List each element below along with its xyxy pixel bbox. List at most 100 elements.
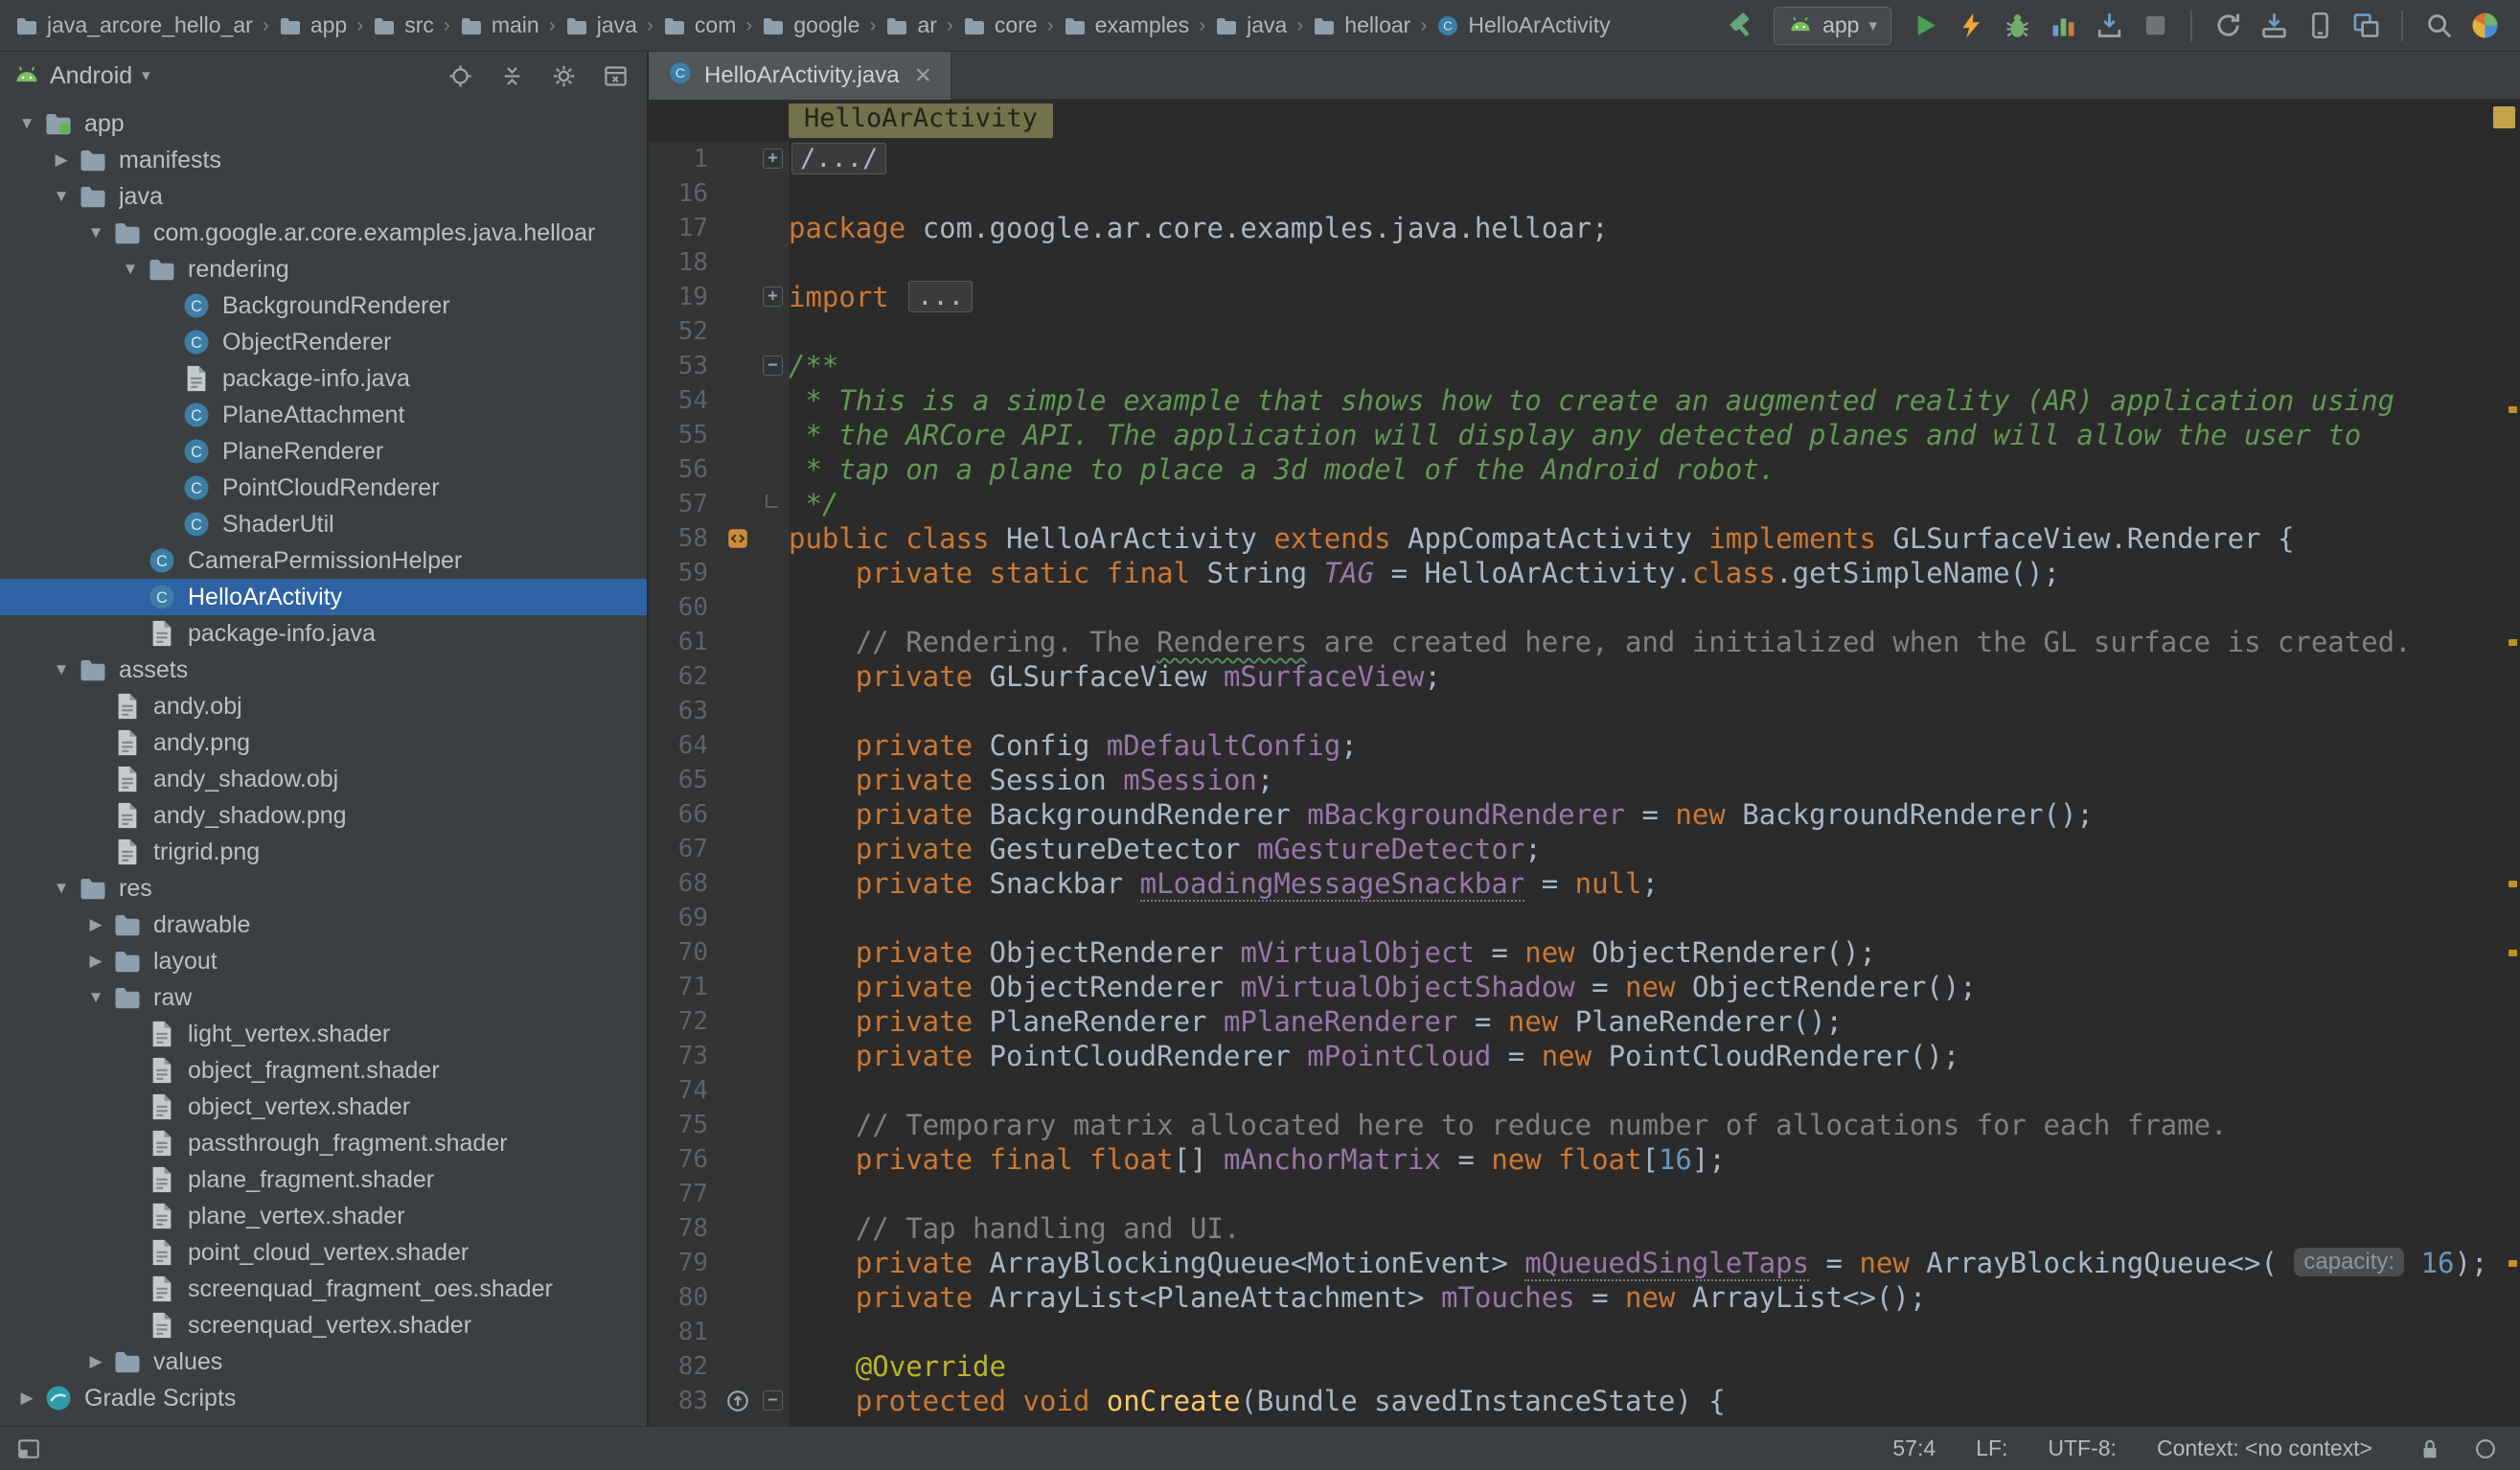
tree-item-point-cloud-vertex-shader[interactable]: point_cloud_vertex.shader <box>0 1234 647 1271</box>
code-line-59[interactable]: 59 private static final String TAG = Hel… <box>649 556 2520 590</box>
tree-item-gradle-scripts[interactable]: ▶Gradle Scripts <box>0 1380 647 1416</box>
expand-arrow-icon[interactable]: ▼ <box>44 879 79 898</box>
line-number[interactable]: 73 <box>649 1039 708 1073</box>
tree-item-andy-shadow-obj[interactable]: andy_shadow.obj <box>0 761 647 797</box>
breadcrumb-item-ar[interactable]: ar <box>885 12 936 38</box>
code-line-53[interactable]: 53−/** <box>649 349 2520 383</box>
tree-item-res[interactable]: ▼res <box>0 870 647 907</box>
code-line-55[interactable]: 55 * the ARCore API. The application wil… <box>649 418 2520 452</box>
fold-toggle-icon[interactable]: − <box>763 1390 783 1411</box>
tree-item-objectrenderer[interactable]: CObjectRenderer <box>0 324 647 360</box>
tree-item-drawable[interactable]: ▶drawable <box>0 907 647 943</box>
line-number[interactable]: 54 <box>649 383 708 418</box>
warning-stripe-mark[interactable] <box>2509 950 2517 956</box>
tree-item-rendering[interactable]: ▼rendering <box>0 251 647 287</box>
layout-inspector-button[interactable] <box>2346 6 2386 46</box>
line-number[interactable]: 18 <box>649 245 708 280</box>
line-separator-indicator[interactable]: LF: <box>1976 1436 2007 1461</box>
line-number[interactable]: 77 <box>649 1177 708 1211</box>
tree-item-java[interactable]: ▼java <box>0 178 647 215</box>
hide-panel-button[interactable] <box>599 59 631 92</box>
tree-item-andy-obj[interactable]: andy.obj <box>0 688 647 724</box>
breadcrumb-item-com[interactable]: com <box>663 12 736 38</box>
sync-project-button[interactable] <box>2208 6 2248 46</box>
code-line-1[interactable]: 1 + /.../ <box>649 142 2520 176</box>
file-encoding-indicator[interactable]: UTF-8: <box>2048 1436 2117 1461</box>
stop-button[interactable] <box>2135 6 2175 46</box>
code-line-54[interactable]: 54 * This is a simple example that shows… <box>649 383 2520 418</box>
fold-toggle-icon[interactable]: + <box>763 149 783 169</box>
search-everywhere-button[interactable] <box>2418 6 2459 46</box>
apply-changes-button[interactable] <box>1951 6 1991 46</box>
expand-arrow-icon[interactable]: ▼ <box>10 114 44 133</box>
tree-item-package-info-java[interactable]: package-info.java <box>0 615 647 652</box>
tree-item-values[interactable]: ▶values <box>0 1344 647 1380</box>
device-manager-button[interactable] <box>2300 6 2340 46</box>
code-line-70[interactable]: 70 private ObjectRenderer mVirtualObject… <box>649 935 2520 970</box>
line-number[interactable]: 71 <box>649 970 708 1004</box>
tree-item-trigrid-png[interactable]: trigrid.png <box>0 834 647 870</box>
code-line-79[interactable]: 79 private ArrayBlockingQueue<MotionEven… <box>649 1246 2520 1280</box>
code-line-61[interactable]: 61 // Rendering. The Renderers are creat… <box>649 625 2520 659</box>
code-line-56[interactable]: 56 * tap on a plane to place a 3d model … <box>649 452 2520 487</box>
tab-helloaractivity-java[interactable]: C HelloArActivity.java × <box>649 52 951 100</box>
tree-item-andy-shadow-png[interactable]: andy_shadow.png <box>0 797 647 834</box>
line-number[interactable]: 1 <box>649 142 708 176</box>
code-line-81[interactable]: 81 <box>649 1315 2520 1349</box>
code-line-83[interactable]: 83− protected void onCreate(Bundle saved… <box>649 1384 2520 1418</box>
project-view-select[interactable]: Android ▾ <box>13 62 150 90</box>
profile-button[interactable] <box>2464 6 2505 46</box>
line-number[interactable]: 72 <box>649 1004 708 1039</box>
breadcrumb-item-java[interactable]: java <box>1215 12 1287 38</box>
breadcrumb-item-examples[interactable]: examples <box>1064 12 1189 38</box>
overriding-method-icon[interactable] <box>725 1389 750 1413</box>
code-line-60[interactable]: 60 <box>649 590 2520 625</box>
run-config-select[interactable]: app ▾ <box>1774 7 1891 45</box>
expand-arrow-icon[interactable]: ▶ <box>44 150 79 170</box>
breadcrumb-item-java-arcore-hello-ar[interactable]: java_arcore_hello_ar <box>15 12 253 38</box>
code-line-72[interactable]: 72 private PlaneRenderer mPlaneRenderer … <box>649 1004 2520 1039</box>
tree-item-layout[interactable]: ▶layout <box>0 943 647 979</box>
line-number[interactable]: 67 <box>649 832 708 866</box>
code-line-68[interactable]: 68 private Snackbar mLoadingMessageSnack… <box>649 866 2520 901</box>
line-number[interactable]: 53 <box>649 349 708 383</box>
line-number[interactable]: 64 <box>649 728 708 763</box>
expand-arrow-icon[interactable]: ▼ <box>79 223 113 242</box>
lock-button[interactable] <box>2413 1432 2447 1466</box>
line-number[interactable]: 65 <box>649 763 708 797</box>
line-number[interactable]: 83 <box>649 1384 708 1418</box>
attach-debugger-button[interactable] <box>2089 6 2129 46</box>
line-number[interactable]: 59 <box>649 556 708 590</box>
fold-toggle-icon[interactable]: − <box>763 356 783 376</box>
context-indicator[interactable]: Context: <no context> <box>2157 1436 2372 1461</box>
code-line-71[interactable]: 71 private ObjectRenderer mVirtualObject… <box>649 970 2520 1004</box>
tree-item-screenquad-fragment-oes-shader[interactable]: screenquad_fragment_oes.shader <box>0 1271 647 1307</box>
caret-position[interactable]: 57:4 <box>1892 1436 1936 1461</box>
inspection-indicator[interactable] <box>2493 106 2515 128</box>
code-line-58[interactable]: 58public class HelloArActivity extends A… <box>649 521 2520 556</box>
breadcrumb-item-app[interactable]: app <box>279 12 347 38</box>
tree-item-planerenderer[interactable]: CPlaneRenderer <box>0 433 647 470</box>
folded-region[interactable]: /.../ <box>791 143 886 174</box>
tree-item-package-info-java[interactable]: package-info.java <box>0 360 647 397</box>
code-line-80[interactable]: 80 private ArrayList<PlaneAttachment> mT… <box>649 1280 2520 1315</box>
line-number[interactable]: 75 <box>649 1108 708 1142</box>
line-number[interactable]: 79 <box>649 1246 708 1280</box>
line-number[interactable]: 57 <box>649 487 708 521</box>
line-number[interactable]: 68 <box>649 866 708 901</box>
sdk-manager-button[interactable] <box>2254 6 2294 46</box>
line-number[interactable]: 17 <box>649 211 708 245</box>
warning-stripe-mark[interactable] <box>2509 1260 2517 1267</box>
code-line-66[interactable]: 66 private BackgroundRenderer mBackgroun… <box>649 797 2520 832</box>
code-line-67[interactable]: 67 private GestureDetector mGestureDetec… <box>649 832 2520 866</box>
code-line-65[interactable]: 65 private Session mSession; <box>649 763 2520 797</box>
code-editor[interactable]: 1+/.../1617package com.google.ar.core.ex… <box>649 142 2520 1426</box>
line-number[interactable]: 74 <box>649 1073 708 1108</box>
expand-arrow-icon[interactable]: ▼ <box>44 660 79 679</box>
tree-item-com-google-ar-core-examples-java-helloar[interactable]: ▼com.google.ar.core.examples.java.helloa… <box>0 215 647 251</box>
breadcrumb-class-chip[interactable]: HelloArActivity <box>789 103 1053 138</box>
warning-stripe-mark[interactable] <box>2509 639 2517 646</box>
tree-item-plane-vertex-shader[interactable]: plane_vertex.shader <box>0 1198 647 1234</box>
settings-button[interactable] <box>547 59 580 92</box>
line-number[interactable]: 55 <box>649 418 708 452</box>
